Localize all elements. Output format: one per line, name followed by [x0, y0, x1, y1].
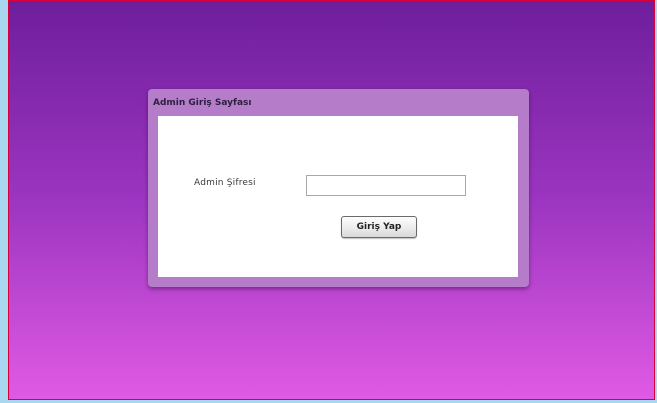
login-form: Admin Şifresi Giriş Yap — [158, 116, 518, 277]
page-background: Admin Giriş Sayfası Admin Şifresi Giriş … — [8, 0, 655, 400]
login-button[interactable]: Giriş Yap — [341, 216, 417, 238]
login-panel: Admin Giriş Sayfası Admin Şifresi Giriş … — [148, 89, 529, 287]
password-label: Admin Şifresi — [194, 178, 256, 188]
panel-title: Admin Giriş Sayfası — [153, 98, 252, 108]
password-input[interactable] — [306, 175, 466, 196]
